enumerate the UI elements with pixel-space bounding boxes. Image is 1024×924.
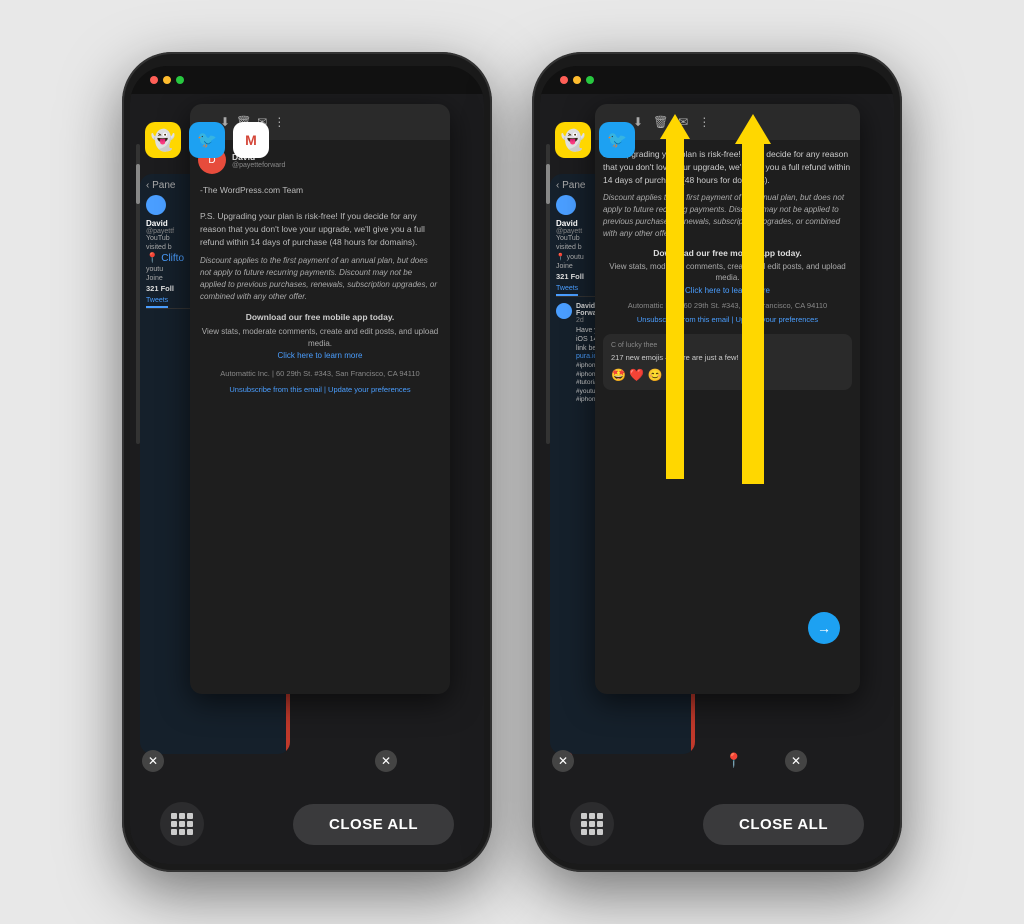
scroll-thumb-right [546, 164, 550, 204]
scroll-thumb-left [136, 164, 140, 204]
grid-icon-right [581, 813, 603, 835]
gmail-icon[interactable]: M [233, 122, 269, 158]
window-controls [150, 76, 184, 84]
close-all-button-left[interactable]: CLOSE ALL [293, 804, 454, 845]
nav-bar-right: CLOSE ALL [540, 784, 894, 864]
close-gmail-button-right[interactable]: ✕ [785, 750, 807, 772]
close-twitter-button-right[interactable]: ✕ [552, 750, 574, 772]
gmail-click-link[interactable]: Click here to learn more [200, 350, 440, 362]
app-icons-row-left: 👻 🐦 M [130, 122, 484, 158]
gmail-sender-detail: @payetteforward [232, 162, 285, 169]
gmail-scrolled-body: P.S. Upgrading your plan is risk-free! I… [595, 140, 860, 398]
twitter-avatar [146, 195, 166, 215]
close-twitter-button[interactable]: ✕ [142, 750, 164, 772]
red-dot-right [560, 76, 568, 84]
tweets-tab-right[interactable]: Tweets [556, 285, 578, 296]
gmail-app-link[interactable]: Click here to learn more [603, 286, 852, 295]
gmail-para1: P.S. Upgrading your plan is risk-free! I… [200, 210, 440, 248]
status-bar-left [130, 66, 484, 94]
gmail-from: -The WordPress.com Team [200, 184, 440, 197]
left-phone: 👻 🐦 M ‹ Pane Da [122, 52, 492, 872]
status-bar-right [540, 66, 894, 94]
twitter-avatar-right [556, 195, 576, 215]
grid-button-left[interactable] [160, 802, 204, 846]
gmail-app-line: Download our free mobile app today. [603, 248, 852, 258]
twitter-icon[interactable]: 🐦 [189, 122, 225, 158]
scroll-indicator-right [546, 144, 550, 444]
gmail-address: Automattic Inc. | 60 29th St. #343, San … [200, 368, 440, 379]
gmail-unsub-right[interactable]: Unsubscribe from this email | Update you… [603, 315, 852, 324]
app-switcher-left: 👻 🐦 M ‹ Pane Da [130, 94, 484, 784]
notification-sender: C of lucky thee [611, 342, 844, 349]
tweet-button[interactable]: → [808, 612, 840, 644]
green-dot [176, 76, 184, 84]
red-dot [150, 76, 158, 84]
snapchat-icon-right[interactable]: 👻 [555, 122, 591, 158]
gmail-app-sub: View stats, moderate comments, create an… [603, 261, 852, 283]
gmail-bold-line: Download our free mobile app today. [200, 311, 440, 324]
scroll-indicator-left [136, 144, 140, 444]
notification-emojis: 🤩 ❤️ 😊 🥰 [611, 368, 844, 382]
nav-bar-left: CLOSE ALL [130, 784, 484, 864]
grid-button-right[interactable] [570, 802, 614, 846]
app-switcher-right: 👻 🐦 ‹ Pane David @payett [540, 94, 894, 784]
right-phone: 👻 🐦 ‹ Pane David @payett [532, 52, 902, 872]
notification-text: 217 new emojis — here are just a few! [611, 353, 844, 364]
gmail-discount-text: Discount applies to the first payment of… [603, 192, 852, 240]
gmail-para2: Discount applies to the first payment of… [200, 255, 440, 303]
snapchat-icon[interactable]: 👻 [145, 122, 181, 158]
grid-icon-left [171, 813, 193, 835]
app-icons-row-right: 👻 🐦 [540, 122, 894, 158]
yellow-dot-right [573, 76, 581, 84]
green-dot-right [586, 76, 594, 84]
notification-card: C of lucky thee 217 new emojis — here ar… [603, 334, 852, 390]
twitter-tweets-tab[interactable]: Tweets [146, 297, 168, 308]
twitter-icon-right[interactable]: 🐦 [599, 122, 635, 158]
gmail-card-left[interactable]: ← ⬇ 🗑 ✉ ⋮ D David @payettefor [190, 104, 450, 694]
gmail-sub-line: View stats, moderate comments, create an… [200, 326, 440, 350]
gmail-card-body: -The WordPress.com Team P.S. Upgrading y… [190, 174, 450, 405]
gmail-address-right: Automattic Inc. | 60 29th St. #343, San … [603, 301, 852, 312]
yellow-dot [163, 76, 171, 84]
gmail-card-right[interactable]: ← ⬇ 🗑 ✉ ⋮ P.S. Upgrading your plan is ri… [595, 104, 860, 694]
close-gmail-button[interactable]: ✕ [375, 750, 397, 772]
window-controls-right [560, 76, 594, 84]
location-pin2-right: 📍 [725, 752, 742, 769]
gmail-unsub[interactable]: Unsubscribe from this email | Update you… [200, 384, 440, 395]
close-all-button-right[interactable]: CLOSE ALL [703, 804, 864, 845]
